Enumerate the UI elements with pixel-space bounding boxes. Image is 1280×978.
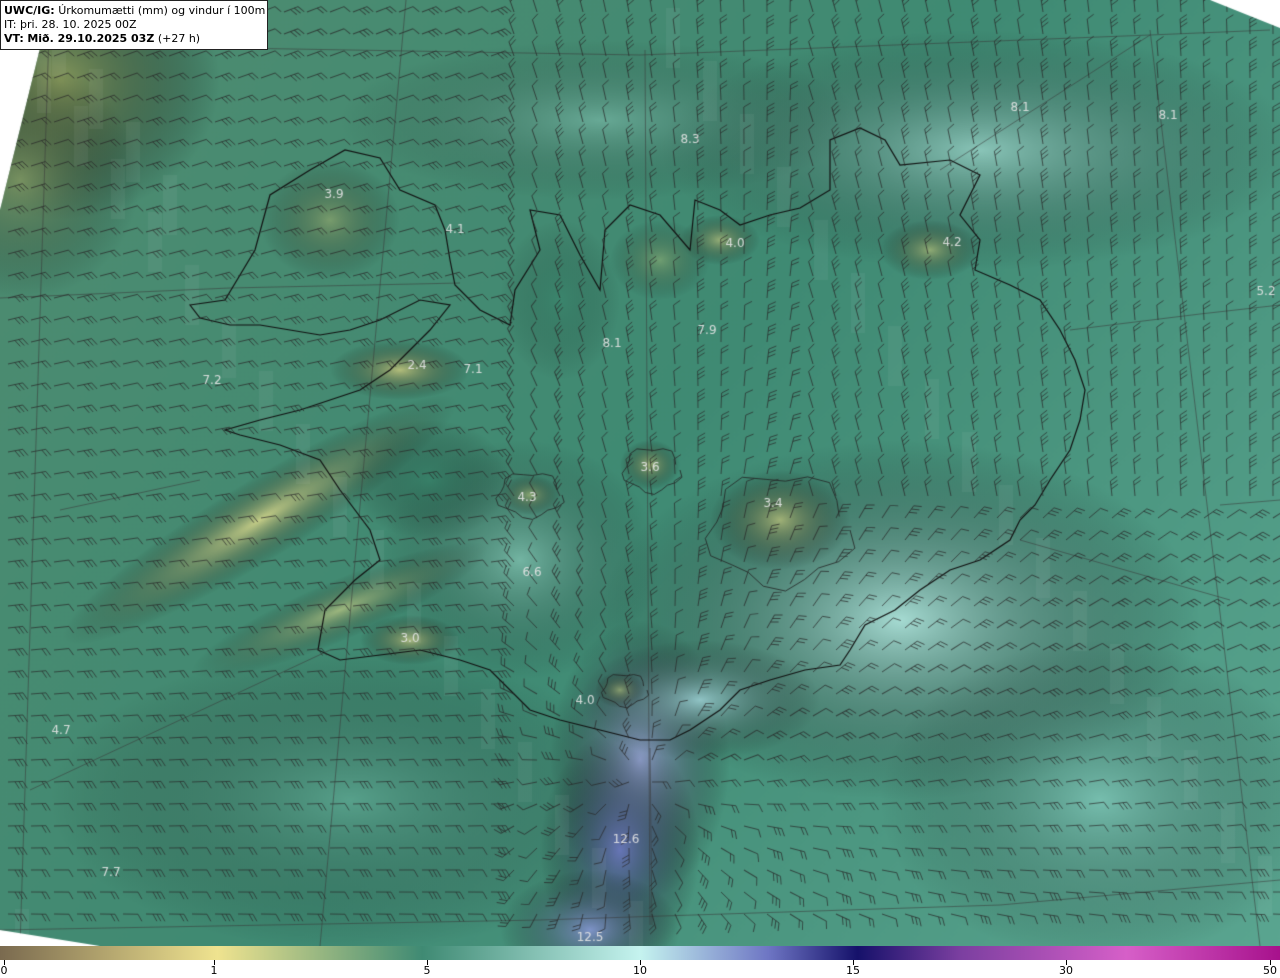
title-line: UWC/IG: Úrkomumætti (mm) og vindur í 100… [4,4,267,18]
colorbar-tick-label: 1 [210,964,218,977]
init-label: IT: [4,18,17,31]
init-time: þri. 28. 10. 2025 00Z [19,18,137,31]
colorbar-tick-label: 0 [0,964,8,977]
valid-line: VT: Mið. 29.10.2025 03Z (+27 h) [4,32,267,46]
colorbar-tick-label: 5 [423,964,431,977]
map-title: Úrkomumætti (mm) og vindur í 100m hæð [58,4,267,17]
forecast-info-box: UWC/IG: Úrkomumætti (mm) og vindur í 100… [0,0,268,50]
valid-label: VT: [4,32,24,45]
colorbar-tick-label: 50 [1263,964,1277,977]
model-name: UWC/IG: [4,4,55,17]
colorbar: 0 1 5 10 15 30 50 [0,946,1280,978]
valid-time: Mið. 29.10.2025 03Z [27,32,155,45]
colorbar-tick-label: 30 [1059,964,1073,977]
colorbar-tick-label: 10 [633,964,647,977]
colorbar-tick-label: 15 [846,964,860,977]
colorbar-gradient [0,946,1280,960]
lead-time: (+27 h) [157,32,201,45]
init-line: IT: þri. 28. 10. 2025 00Z [4,18,267,32]
precipitation-wind-map [0,0,1280,946]
